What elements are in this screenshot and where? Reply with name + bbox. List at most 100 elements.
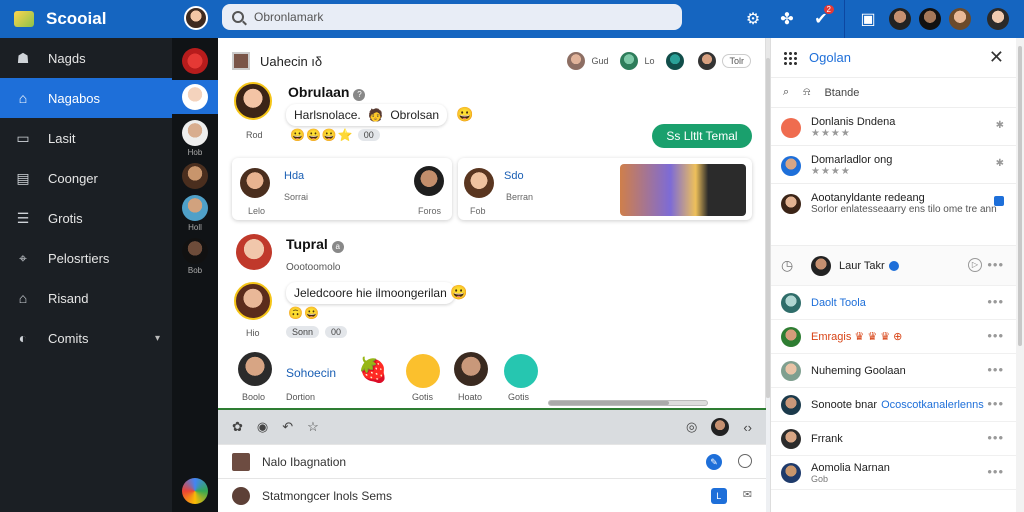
horizontal-scrollbar[interactable]	[548, 400, 708, 406]
smile-emoji-icon[interactable]: 😀	[456, 106, 473, 123]
right-scrollbar[interactable]	[1016, 38, 1024, 512]
rail-avatar[interactable]	[182, 48, 208, 74]
friend-row[interactable]: Emragis ♛ ♛ ♛ ⊕ •••	[771, 320, 1016, 354]
user-avatar[interactable]	[711, 418, 730, 436]
link-card[interactable]: Sdo Berran Fob	[458, 158, 752, 220]
friend-row[interactable]: Nuheming Goolaan •••	[771, 354, 1016, 388]
info-icon[interactable]: ◉	[257, 419, 268, 435]
scrollbar-thumb[interactable]	[549, 401, 669, 405]
rail-avatar[interactable]	[182, 84, 208, 110]
reaction-emojis[interactable]: 😀😀😀⭐	[290, 128, 354, 142]
rail-story[interactable]: Hob	[182, 120, 208, 157]
rail-avatar[interactable]	[182, 163, 208, 189]
story-avatar[interactable]	[238, 352, 272, 386]
story-avatar[interactable]	[406, 354, 440, 388]
contact-avatar[interactable]	[949, 8, 971, 30]
smile-emoji-icon[interactable]: 😀	[450, 284, 467, 301]
participant-avatar[interactable]	[698, 52, 717, 70]
record-icon[interactable]: ◎	[686, 419, 697, 435]
link-card[interactable]: Hda Sorrai Lelo Foros	[232, 158, 452, 220]
contact-avatar[interactable]	[987, 8, 1009, 30]
rail-story[interactable]	[182, 48, 208, 74]
mail-icon[interactable]: ✉	[743, 488, 752, 504]
suggestion-row[interactable]: Domarladlor ong ★★★★ ✱	[771, 146, 1016, 184]
scrollbar-thumb[interactable]	[1018, 46, 1022, 346]
more-icon[interactable]: •••	[987, 328, 1004, 343]
right-panel-search[interactable]: ⌕ ⍾ Btande	[771, 78, 1016, 108]
cta-button[interactable]: Ss Lltlt Temal	[652, 124, 752, 148]
apps-grid-icon[interactable]	[783, 50, 797, 65]
feed-avatar[interactable]	[232, 52, 250, 70]
star-icon[interactable]: ☆	[307, 419, 319, 435]
post-author[interactable]: Tupral	[286, 236, 328, 252]
play-icon[interactable]: ▷	[968, 258, 982, 272]
reaction-emojis[interactable]: 🙃😀	[288, 306, 320, 320]
emoji-icon[interactable]: ✿	[232, 419, 243, 435]
link-icon[interactable]: ↶	[282, 419, 293, 435]
browser-icon[interactable]	[182, 478, 208, 504]
rail-story[interactable]	[182, 163, 208, 189]
nav-item-nagabos[interactable]: ⌂ Nagabos	[0, 78, 172, 118]
strawberry-icon[interactable]: 🍓	[358, 356, 388, 385]
nav-item-coonger[interactable]: ▤ Coonger	[0, 158, 172, 198]
share-icon[interactable]	[994, 196, 1004, 206]
comment-row[interactable]: Statmongcer lnols Sems L ✉	[218, 478, 766, 512]
card-image[interactable]	[620, 164, 746, 216]
more-icon[interactable]: •••	[987, 464, 1004, 479]
nav-item-risand[interactable]: ⌂ Risand	[0, 278, 172, 318]
suggestion-row[interactable]: Donlanis Dndena ★★★★ ✱	[771, 108, 1016, 146]
reaction-chip[interactable]: Sonn	[286, 326, 320, 338]
pin-icon[interactable]: ✱	[996, 158, 1004, 169]
brand-logo[interactable]: Scooial	[0, 9, 172, 29]
settings-icon[interactable]: ⚙	[736, 9, 770, 29]
rail-story[interactable]: Bob	[182, 238, 208, 275]
friend-list-header[interactable]: ◷ Laur Takr ▷ •••	[771, 246, 1016, 286]
nav-item-grotis[interactable]: ☰ Grotis	[0, 198, 172, 238]
participant-avatar[interactable]	[567, 52, 586, 70]
chat-icon[interactable]: ✎	[706, 453, 722, 470]
more-arrow-icon[interactable]: ‹›	[743, 420, 752, 435]
search-bar[interactable]: Obronlamark	[222, 4, 682, 30]
story-avatar[interactable]	[504, 354, 538, 388]
check-notification-icon[interactable]: ✔ 2	[804, 5, 838, 29]
friend-row[interactable]: Sonoote bnar Ocoscotkanalerlenns •••	[771, 388, 1016, 422]
pin-icon[interactable]: ✱	[996, 120, 1004, 131]
rail-story-selected[interactable]	[172, 80, 218, 114]
nav-item-pelosrtiers[interactable]: ⌖ Pelosrtiers	[0, 238, 172, 278]
rail-story[interactable]: Holl	[182, 195, 208, 232]
search-label[interactable]: Btande	[824, 87, 859, 99]
clock-icon[interactable]	[738, 453, 752, 468]
comment-row[interactable]: Nalo Ibagnation ✎	[218, 444, 766, 478]
friend-row[interactable]: Frrank •••	[771, 422, 1016, 456]
grid-icon[interactable]: ▣	[851, 9, 885, 29]
contact-avatar[interactable]	[919, 8, 941, 30]
post-avatar[interactable]	[234, 282, 272, 320]
rail-avatar[interactable]	[182, 195, 208, 221]
friend-row[interactable]: Aomolia Narnan Gob •••	[771, 456, 1016, 490]
post-avatar[interactable]	[236, 234, 272, 270]
rail-avatar[interactable]	[182, 120, 208, 146]
story-avatar[interactable]	[454, 352, 488, 386]
rail-avatar[interactable]	[182, 238, 208, 264]
more-icon[interactable]: •••	[987, 396, 1004, 411]
chat-icon[interactable]: L	[710, 487, 727, 504]
suggestion-row[interactable]: Aootanyldante redeang Sorlor enlatesseaa…	[771, 184, 1016, 246]
more-icon[interactable]: •••	[987, 257, 1004, 272]
participant-avatar[interactable]	[620, 52, 639, 70]
more-icon[interactable]: •••	[987, 294, 1004, 309]
profile-avatar[interactable]	[184, 6, 208, 30]
nav-item-lasit[interactable]: ▭ Lasit	[0, 118, 172, 158]
tool-pill[interactable]: Tolr	[722, 54, 751, 68]
nav-item-comits[interactable]: ◐ Comits ▾	[0, 318, 172, 358]
clock-icon[interactable]: ◷	[781, 257, 793, 274]
close-icon[interactable]: ✕	[989, 47, 1004, 68]
nav-item-nagds[interactable]: ☗ Nagds	[0, 38, 172, 78]
puzzle-icon[interactable]: ✤	[770, 9, 804, 29]
friend-row[interactable]: Daolt Toola •••	[771, 286, 1016, 320]
post-avatar[interactable]	[234, 82, 272, 120]
participant-avatar[interactable]	[666, 52, 685, 70]
bell-icon[interactable]: ⍾	[803, 86, 810, 99]
more-icon[interactable]: •••	[987, 362, 1004, 377]
chevron-down-icon[interactable]: ▾	[155, 333, 160, 344]
contact-avatar[interactable]	[889, 8, 911, 30]
